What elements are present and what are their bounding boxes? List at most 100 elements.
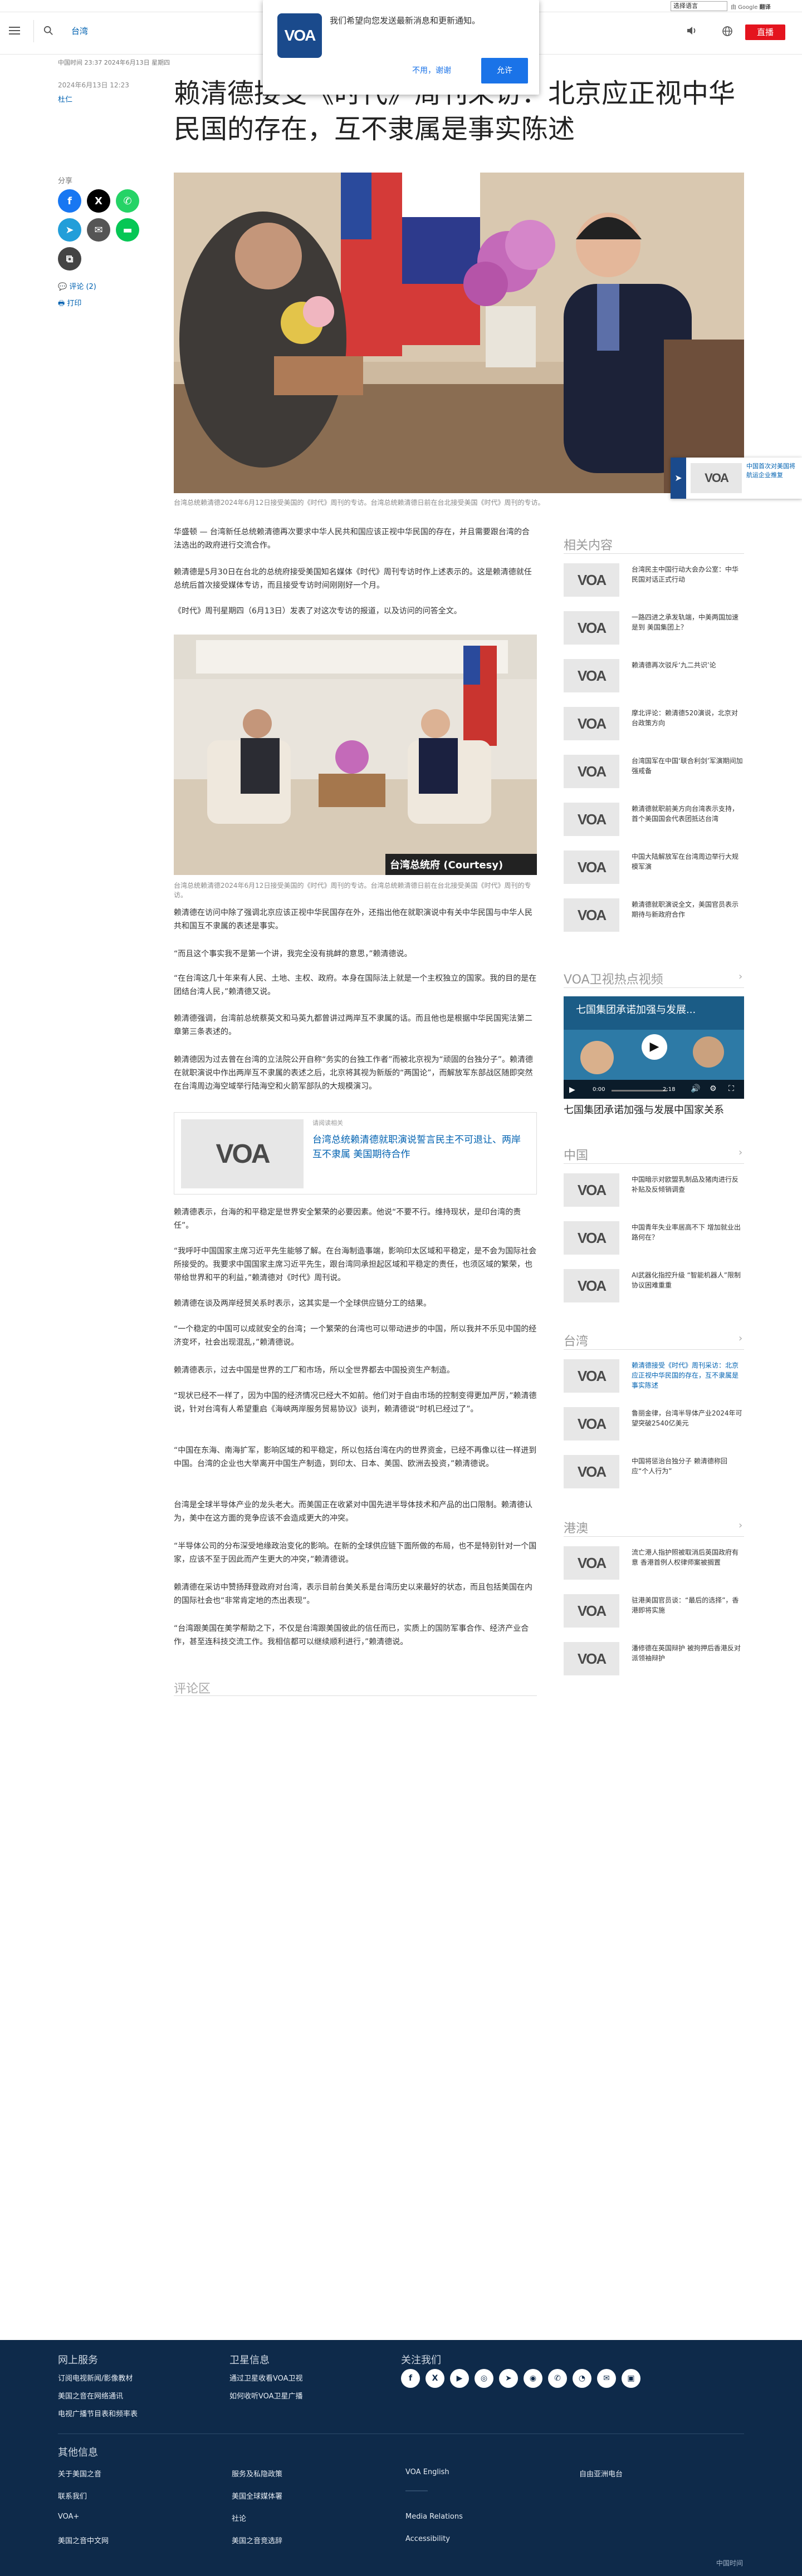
- instagram-icon[interactable]: ◎: [475, 2369, 493, 2388]
- volume-icon[interactable]: 🔊: [691, 1084, 700, 1093]
- floating-related-card[interactable]: ➤ VOA 中国首次对美国将航运企业推复: [671, 458, 802, 499]
- footer-link[interactable]: 订阅电视新闻/影像教材: [58, 2372, 133, 2383]
- play-small-icon[interactable]: ▶: [569, 1085, 575, 1094]
- footer-link[interactable]: 美国全球媒体署: [232, 2490, 282, 2501]
- settings-icon[interactable]: ⚙: [710, 1084, 717, 1093]
- decline-button[interactable]: 不用，谢谢: [412, 65, 451, 76]
- menu-icon[interactable]: [9, 27, 20, 35]
- video-player[interactable]: 七国集团承诺加强与发展... ▶ ▶ 0:00 2:18 🔊 ⚙ ⛶: [564, 996, 744, 1099]
- rail-item-title[interactable]: 一路四进之承发轨端，中美两国加速是到 美国集团上？: [632, 612, 744, 632]
- email-icon[interactable]: ✉: [87, 218, 110, 242]
- rail-item-title[interactable]: 中国将惩治台独分子 赖清德称回应“个人行为”: [632, 1456, 744, 1476]
- rail-item-title[interactable]: 流亡港人指护照被取消后英国政府有意 香港首例人权律师案被搁置: [632, 1547, 744, 1567]
- rail-list-item[interactable]: VOA 赖清德就职前美方向台湾表示支持，首个美国国会代表团抵达台湾: [564, 803, 744, 836]
- rail-item-title[interactable]: 台湾国军在中国‘联合利剑’军演期间加强戒备: [632, 756, 744, 776]
- footer-link[interactable]: 自由亚洲电台: [579, 2468, 623, 2479]
- rail-thumbnail[interactable]: VOA: [564, 1407, 619, 1441]
- footer-link[interactable]: 社论: [232, 2513, 246, 2523]
- rail-list-item[interactable]: VOA AI武器化指控升级 “智能机器人”限制协议困难重重: [564, 1269, 744, 1302]
- hk-section-title[interactable]: 港澳: [564, 1518, 588, 1536]
- rail-list-item[interactable]: VOA 中国暗示对欧盟乳制品及猪肉进行反补贴及反倾销调查: [564, 1173, 744, 1207]
- rail-thumbnail[interactable]: VOA: [564, 1546, 619, 1580]
- video-progress-bar[interactable]: [612, 1090, 667, 1092]
- rail-list-item[interactable]: VOA 潘修德在英国辩护 被拘押后香港反对派领袖辩护: [564, 1642, 744, 1675]
- copy-link-icon[interactable]: ⧉: [58, 247, 81, 271]
- rail-item-title[interactable]: 中国大陆解放军在台湾周边举行大规模军演: [632, 852, 744, 872]
- telegram-icon[interactable]: ➤: [58, 218, 81, 242]
- rail-list-item[interactable]: VOA 流亡港人指护照被取消后英国政府有意 香港首例人权律师案被搁置: [564, 1546, 744, 1580]
- chevron-right-icon[interactable]: ›: [739, 1520, 742, 1531]
- rail-item-title[interactable]: 台湾民主中国行动大会办公室：中华民国对话正式行动: [632, 564, 744, 584]
- line-icon[interactable]: ▬: [116, 218, 139, 242]
- rail-list-item[interactable]: VOA 摩北评论：赖清德520演说，北京对台政策方向: [564, 707, 744, 740]
- rail-list-item[interactable]: VOA 赖清德接受《时代》周刊采访：北京应正视中华民国的存在，互不隶属是事实陈述: [564, 1359, 744, 1393]
- rail-list-item[interactable]: VOA 中国青年失业率居高不下 增加就业出路何在？: [564, 1221, 744, 1255]
- related-title[interactable]: 台湾总统赖清德就职演说誓言民主不可退让、两岸互不隶属 美国期待合作: [312, 1133, 524, 1162]
- telegram-icon[interactable]: ➤: [499, 2369, 518, 2388]
- chevron-right-icon[interactable]: ›: [739, 971, 742, 982]
- app-icon[interactable]: ▣: [622, 2369, 640, 2388]
- language-select[interactable]: 选择语言: [671, 1, 727, 11]
- rail-thumbnail[interactable]: VOA: [564, 611, 619, 645]
- allow-button[interactable]: 允许: [481, 58, 528, 83]
- rail-list-item[interactable]: VOA 一路四进之承发轨端，中美两国加速是到 美国集团上？: [564, 611, 744, 645]
- rail-thumbnail[interactable]: VOA: [564, 1269, 619, 1302]
- footer-link[interactable]: 美国之音中文网: [58, 2535, 109, 2545]
- whatsapp-icon[interactable]: ✆: [548, 2369, 567, 2388]
- footer-link[interactable]: VOA+: [58, 2513, 79, 2521]
- rail-list-item[interactable]: VOA 驻港美国官员谈：“最后的选择”，香港即将实施: [564, 1594, 744, 1628]
- footer-link[interactable]: 联系我们: [58, 2490, 87, 2501]
- china-section-title[interactable]: 中国: [564, 1146, 588, 1163]
- rail-thumbnail[interactable]: VOA: [564, 707, 619, 740]
- x-icon[interactable]: X: [87, 189, 110, 213]
- facebook-icon[interactable]: f: [401, 2369, 420, 2388]
- rail-thumbnail[interactable]: VOA: [564, 1359, 619, 1393]
- rail-item-title[interactable]: 赖清德再次驳斥‘九二共识’论: [632, 660, 744, 670]
- rail-list-item[interactable]: VOA 鲁丽金律，台湾半导体产业2024年可望突破2540亿美元: [564, 1407, 744, 1441]
- video-section-title[interactable]: VOA卫视热点视频: [564, 970, 663, 987]
- video-caption[interactable]: 七国集团承诺加强与发展中国家关系: [564, 1102, 744, 1117]
- rail-list-item[interactable]: VOA 台湾民主中国行动大会办公室：中华民国对话正式行动: [564, 563, 744, 597]
- footer-link[interactable]: Media Relations: [405, 2513, 463, 2521]
- rail-thumbnail[interactable]: VOA: [564, 803, 619, 836]
- fullscreen-icon[interactable]: ⛶: [728, 1084, 734, 1093]
- footer-link[interactable]: 如何收听VOA卫星广播: [229, 2390, 303, 2401]
- chevron-right-icon[interactable]: ›: [739, 1147, 742, 1158]
- rail-thumbnail[interactable]: VOA: [564, 563, 619, 597]
- rail-item-title[interactable]: 赖清德就职演说全文，美国官员表示期待与新政府合作: [632, 899, 744, 920]
- rail-list-item[interactable]: VOA 赖清德就职演说全文，美国官员表示期待与新政府合作: [564, 898, 744, 932]
- live-button[interactable]: 直播: [745, 24, 785, 40]
- footer-link[interactable]: 电视广播节目表和频率表: [58, 2408, 138, 2418]
- rail-item-title[interactable]: 潘修德在英国辩护 被拘押后香港反对派领袖辩护: [632, 1643, 744, 1663]
- footer-link[interactable]: VOA English: [405, 2468, 449, 2476]
- email-icon[interactable]: ✉: [597, 2369, 616, 2388]
- whatsapp-icon[interactable]: ✆: [116, 189, 139, 213]
- rail-list-item[interactable]: VOA 中国将惩治台独分子 赖清德称回应“个人行为”: [564, 1455, 744, 1488]
- footer-link[interactable]: 美国之音竞选辞: [232, 2535, 282, 2545]
- rail-thumbnail[interactable]: VOA: [564, 1221, 619, 1255]
- globe-icon[interactable]: [722, 26, 733, 37]
- footer-link[interactable]: Accessibility: [405, 2535, 450, 2543]
- rail-item-title[interactable]: 中国暗示对欧盟乳制品及猪肉进行反补贴及反倾销调查: [632, 1174, 744, 1194]
- chevron-right-icon[interactable]: ›: [739, 1333, 742, 1344]
- taiwan-section-title[interactable]: 台湾: [564, 1331, 588, 1349]
- rail-thumbnail[interactable]: VOA: [564, 1594, 619, 1628]
- related-article-box[interactable]: 请阅读相关 VOA 台湾总统赖清德就职演说誓言民主不可退让、两岸互不隶属 美国期…: [174, 1112, 537, 1194]
- rail-thumbnail[interactable]: VOA: [564, 1642, 619, 1675]
- rail-list-item[interactable]: VOA 中国大陆解放军在台湾周边举行大规模军演: [564, 851, 744, 884]
- rail-list-item[interactable]: VOA 赖清德再次驳斥‘九二共识’论: [564, 659, 744, 692]
- rail-thumbnail[interactable]: VOA: [564, 659, 619, 692]
- rss-icon[interactable]: ◔: [573, 2369, 591, 2388]
- search-icon[interactable]: [43, 26, 53, 36]
- rail-thumbnail[interactable]: VOA: [564, 1173, 619, 1207]
- facebook-icon[interactable]: f: [58, 189, 81, 213]
- rail-item-title[interactable]: AI武器化指控升级 “智能机器人”限制协议困难重重: [632, 1270, 744, 1290]
- rail-item-title[interactable]: 赖清德接受《时代》周刊采访：北京应正视中华民国的存在，互不隶属是事实陈述: [632, 1360, 744, 1390]
- arrow-left-icon[interactable]: ➤: [671, 458, 686, 499]
- play-icon[interactable]: ▶: [642, 1034, 667, 1060]
- footer-link[interactable]: 服务及私隐政策: [232, 2468, 282, 2479]
- rail-item-title[interactable]: 驻港美国官员谈：“最后的选择”，香港即将实施: [632, 1595, 744, 1615]
- related-thumbnail[interactable]: VOA: [181, 1119, 304, 1188]
- podcast-icon[interactable]: ◉: [524, 2369, 542, 2388]
- footer-link[interactable]: 通过卫星收看VOA卫视: [229, 2372, 303, 2383]
